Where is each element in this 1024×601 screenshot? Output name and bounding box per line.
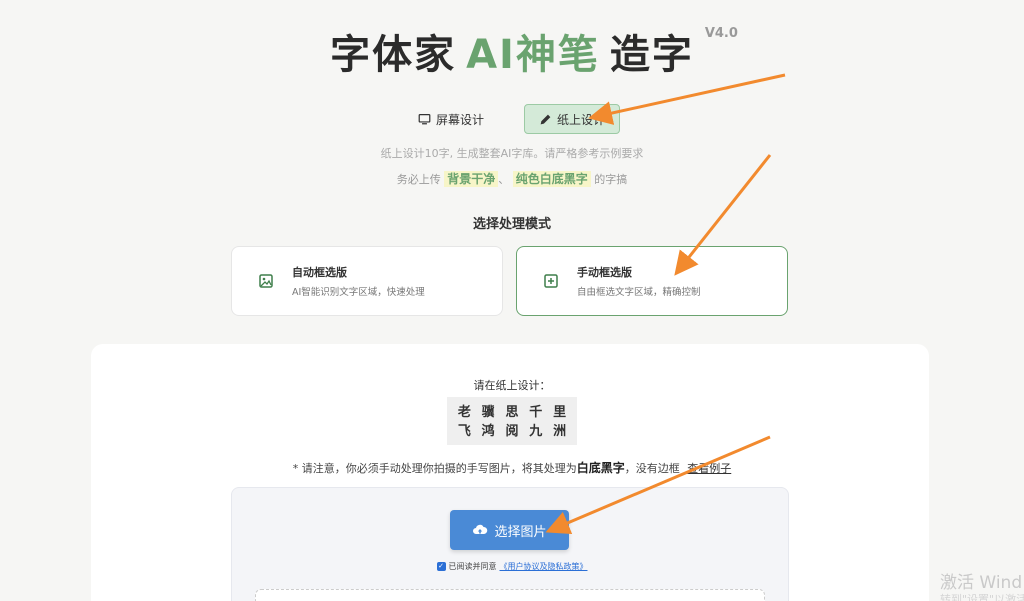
agreement: ✓ 已阅读并同意 《用户协议及隐私政策》 [436,561,588,572]
cloud-upload-icon [473,524,488,534]
tab-label: 屏幕设计 [435,112,484,127]
terms-link[interactable]: 《用户协议及隐私政策》 [500,561,588,572]
pencil-icon [540,114,551,124]
windows-watermark-sub: 转到"设置"以激活 [940,593,1024,601]
title-part2: 造字 [609,32,694,78]
view-example-link[interactable]: 查看例子 [687,462,731,475]
sample-row: 飞 鸿 阅 九 洲 [457,424,567,439]
design-prompt: 请在纸上设计： [473,379,551,392]
version-badge: V4.0 [704,26,738,41]
preview-area [255,589,765,601]
notice-text: * 请注意，你必须手动处理你拍摄的手写图片，将其处理为白底黑字，没有边框 查看例… [292,461,732,475]
design-mode-tabs: 屏幕设计 纸上设计 [0,104,1024,134]
mode-text: 手动框选版 自由框选文字区域，精确控制 [577,264,701,298]
monitor-icon [418,113,431,124]
mode-card-manual[interactable]: 手动框选版 自由框选文字区域，精确控制 [516,246,788,316]
mode-card-auto[interactable]: 自动框选版 AI智能识别文字区域，快速处理 [231,246,503,316]
highlight-clean-bg: 背景干净 [444,171,499,187]
mode-title: 手动框选版 [577,266,632,279]
sample-characters: 老 骥 思 千 里 飞 鸿 阅 九 洲 [447,397,577,445]
agree-checkbox[interactable]: ✓ [436,562,446,571]
mode-title: 自动框选版 [292,266,347,279]
mode-text: 自动框选版 AI智能识别文字区域，快速处理 [292,264,425,298]
mode-subtitle: AI智能识别文字区域，快速处理 [292,287,425,298]
tab-paper-design[interactable]: 纸上设计 [524,104,621,134]
description-line1: 纸上设计10字, 生成整套AI字库。请严格参考示例要求 [380,147,644,160]
add-box-icon [544,274,558,288]
page: 字体家 AI神笔 造字 V4.0 屏幕设计 纸上设计 纸上设计10字, 生成整套AI… [0,0,1024,601]
sample-row: 老 骥 思 千 里 [457,405,567,420]
description-line2: 务必上传 背景干净、 纯色白底黑字 的字搞 [396,171,628,187]
tab-label: 纸上设计 [557,112,606,127]
title-accent: AI神笔 [466,32,600,78]
header: 字体家 AI神笔 造字 V4.0 [0,22,1024,80]
highlight-white-black: 纯色白底黑字 [512,171,591,187]
windows-watermark: 激活 Wind [940,573,1023,593]
mode-subtitle: 自由框选文字区域，精确控制 [577,287,701,298]
app-title: 字体家 AI神笔 造字 V4.0 [330,22,738,80]
button-label: 选择图片 [494,524,547,540]
section-title: 选择处理模式 [472,217,551,232]
image-icon [259,274,273,288]
title-part1: 字体家 [330,32,457,78]
choose-image-button[interactable]: 选择图片 [450,510,569,550]
tab-screen-design[interactable]: 屏幕设计 [404,104,498,134]
